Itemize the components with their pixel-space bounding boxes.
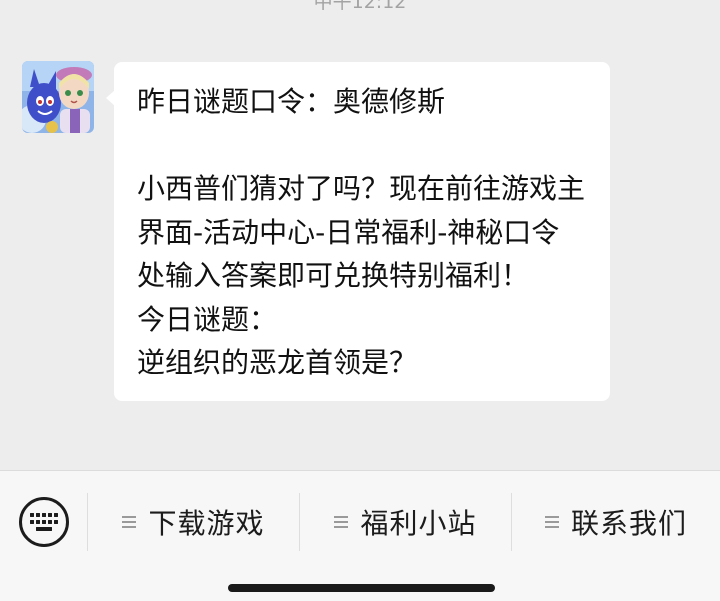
message-line-question: 逆组织的恶龙首领是？: [137, 346, 418, 379]
menu-item-download-game[interactable]: 下载游戏: [88, 493, 299, 551]
menu-lines-icon: [334, 513, 349, 531]
official-account-menu-bar: 下载游戏 福利小站 联系我们: [0, 470, 720, 601]
keyboard-icon: [30, 513, 58, 531]
message-line-answer: 昨日谜题口令：奥德修斯: [137, 85, 446, 118]
menu-item-welfare-station[interactable]: 福利小站: [300, 493, 511, 551]
message-line-today: 今日谜题：: [137, 302, 278, 336]
menu-item-label: 联系我们: [570, 507, 687, 540]
menu-item-label: 下载游戏: [148, 507, 265, 540]
message-gap: [137, 124, 587, 168]
avatar-image: [22, 61, 94, 133]
message-bubble[interactable]: 昨日谜题口令：奥德修斯 小西普们猜对了吗？现在前往游戏主界面-活动中心-日常福利…: [114, 62, 610, 401]
menu-item-label: 福利小站: [360, 507, 477, 540]
message-timestamp: 中午12:12: [313, 0, 407, 13]
menu-item-contact-us[interactable]: 联系我们: [512, 493, 720, 551]
chat-area: 中午12:12 昨日谜题口令：奥德修斯 小西普们猜对了吗？现在前往游戏主界面-活…: [0, 0, 720, 470]
avatar[interactable]: [22, 61, 94, 133]
keyboard-toggle-button[interactable]: [19, 497, 69, 547]
menu-lines-icon: [122, 513, 137, 531]
message-line-instruction: 小西普们猜对了吗？现在前往游戏主界面-活动中心-日常福利-神秘口令处输入答案即可…: [137, 172, 586, 292]
home-indicator[interactable]: [228, 584, 495, 592]
menu-lines-icon: [544, 513, 559, 531]
